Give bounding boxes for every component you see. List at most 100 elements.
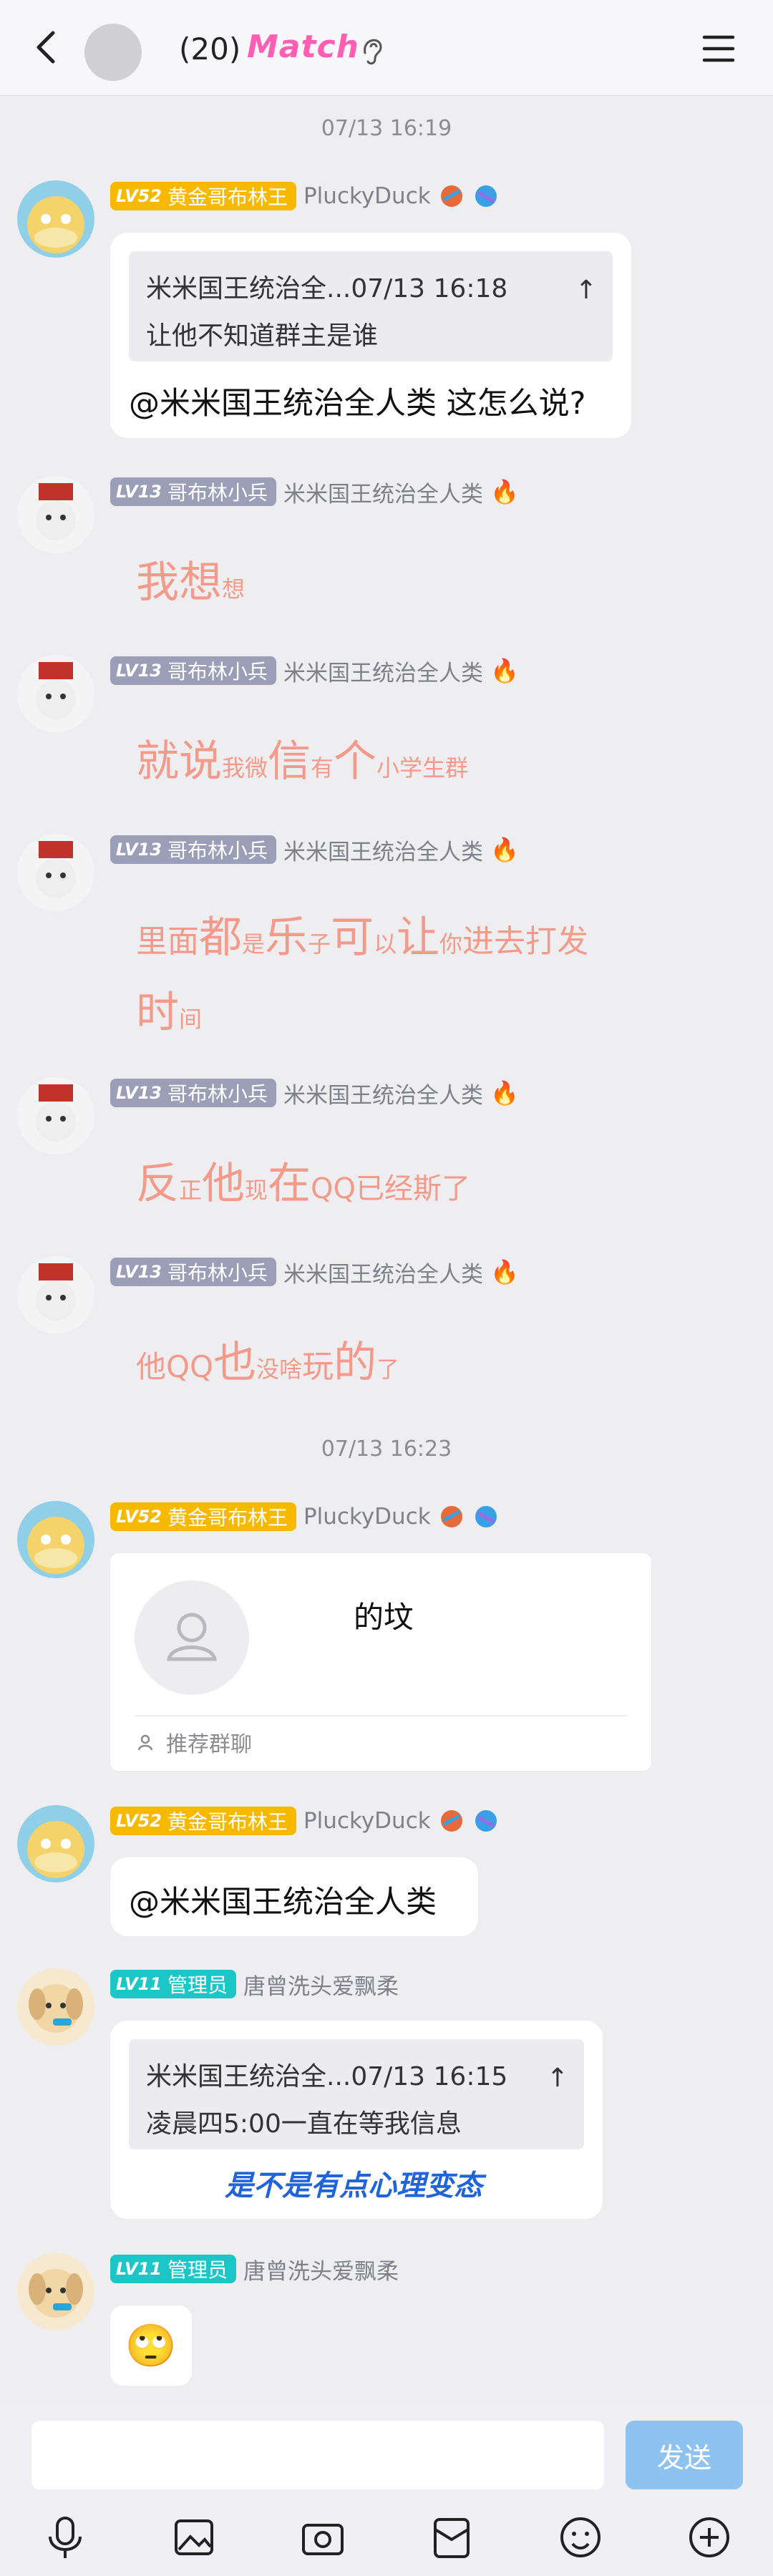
- level-badge: LV13 哥布林小兵: [110, 1258, 276, 1286]
- message: LV13 哥布林小兵 米米国王统治全人类 🔥 就说我微信有个小学生群: [0, 655, 773, 812]
- reply-quote[interactable]: 米米国王统治全...07/13 16:15 凌晨四5:00一直在等我信息 ↑: [129, 2039, 584, 2149]
- hamburger-menu-icon[interactable]: [699, 29, 739, 69]
- microphone-icon[interactable]: [40, 2512, 90, 2562]
- sender-meta: LV11 管理员 唐曾洗头爱飘柔: [110, 1968, 399, 2000]
- sender-name[interactable]: PluckyDuck: [303, 1808, 431, 1834]
- image-icon[interactable]: [169, 2512, 219, 2562]
- message-bubble[interactable]: @米米国王统治全人类: [110, 1857, 478, 1936]
- avatar[interactable]: [17, 1077, 94, 1155]
- emoji-icon: 🙄: [125, 2320, 178, 2370]
- camera-icon[interactable]: [298, 2512, 348, 2562]
- fire-icon: 🔥: [490, 478, 519, 505]
- message-text: @米米国王统治全人类 这怎么说?: [129, 386, 586, 422]
- avatar[interactable]: [17, 180, 94, 258]
- level-badge: LV13 哥布林小兵: [110, 656, 276, 685]
- sender-meta: LV11 管理员 唐曾洗头爱飘柔: [110, 2253, 399, 2285]
- level-badge: LV13 哥布林小兵: [110, 477, 276, 506]
- message-bubble[interactable]: 米米国王统治全...07/13 16:18 让他不知道群主是谁 ↑ @米米国王统…: [110, 233, 631, 438]
- ear-icon[interactable]: [358, 31, 386, 67]
- sender-name[interactable]: 唐曾洗头爱飘柔: [243, 1968, 399, 2001]
- card-footer: 推荐群聊: [136, 1726, 252, 1758]
- sender-meta: LV52 黄金哥布林王 PluckyDuck: [110, 1501, 500, 1532]
- avatar[interactable]: [17, 1256, 94, 1333]
- sender-name[interactable]: 米米国王统治全人类: [283, 1077, 483, 1109]
- message: LV11 管理员 唐曾洗头爱飘柔 米米国王统治全...07/13 16:15 凌晨…: [0, 1968, 773, 2226]
- quote-body: 让他不知道群主是谁: [146, 321, 379, 351]
- sticker-text[interactable]: 反正他现在QQ已经斯了: [136, 1149, 470, 1211]
- send-button[interactable]: 发送: [626, 2421, 743, 2489]
- fire-icon: 🔥: [490, 1258, 519, 1285]
- sender-name[interactable]: PluckyDuck: [303, 183, 431, 209]
- dragon-badge-icon: [440, 185, 462, 207]
- fire-icon: 🔥: [490, 657, 519, 684]
- member-count: (20): [179, 31, 241, 67]
- dragon-badge-icon: [440, 1506, 462, 1527]
- red-packet-icon[interactable]: [427, 2512, 477, 2562]
- jump-to-quote-icon[interactable]: ↑: [547, 2055, 568, 2102]
- timestamp: 07/13 16:23: [321, 1437, 452, 1462]
- message-text: 是不是有点心理变态: [225, 2169, 482, 2202]
- quote-body: 凌晨四5:00一直在等我信息: [146, 2109, 462, 2139]
- plus-icon[interactable]: [684, 2512, 734, 2562]
- match-badge[interactable]: Match: [247, 29, 359, 65]
- chat-header: (20) Match: [0, 0, 773, 96]
- avatar[interactable]: [17, 1968, 94, 2046]
- sender-name[interactable]: PluckyDuck: [303, 1504, 431, 1530]
- avatar[interactable]: [17, 2253, 94, 2330]
- sender-meta: LV13 哥布林小兵 米米国王统治全人类 🔥: [110, 834, 519, 865]
- timestamp: 07/13 16:19: [321, 116, 452, 141]
- emoji-icon[interactable]: [555, 2512, 606, 2562]
- sender-meta: LV52 黄金哥布林王 PluckyDuck: [110, 180, 500, 212]
- fire-icon: 🔥: [490, 1079, 519, 1107]
- sticker-text[interactable]: 就说我微信有个小学生群: [136, 726, 468, 789]
- avatar[interactable]: [17, 1501, 94, 1578]
- quote-header: 米米国王统治全...07/13 16:15: [146, 2062, 508, 2091]
- avatar[interactable]: [17, 476, 94, 553]
- sender-meta: LV13 哥布林小兵 米米国王统治全人类 🔥: [110, 655, 519, 686]
- chevron-left-icon[interactable]: [26, 26, 69, 69]
- dragon-badge-icon: [475, 185, 497, 207]
- message: LV13 哥布林小兵 米米国王统治全人类 🔥 我想想: [0, 476, 773, 633]
- sender-name[interactable]: 米米国王统治全人类: [283, 476, 483, 508]
- sticker-text[interactable]: 我想想: [136, 548, 245, 610]
- sender-name[interactable]: 米米国王统治全人类: [283, 655, 483, 687]
- person-icon: [137, 1734, 153, 1751]
- level-badge: LV11 管理员: [110, 2255, 236, 2283]
- group-avatar: [135, 1580, 249, 1695]
- toolbar: [0, 2505, 773, 2570]
- message: LV52 黄金哥布林王 PluckyDuck 的坟 推荐群聊: [0, 1501, 773, 1773]
- sender-meta: LV13 哥布林小兵 米米国王统治全人类 🔥: [110, 476, 519, 507]
- reply-quote[interactable]: 米米国王统治全...07/13 16:18 让他不知道群主是谁 ↑: [129, 251, 613, 361]
- message-text: @米米国王统治全人类: [129, 1885, 437, 1920]
- message: LV13 哥布林小兵 米米国王统治全人类 🔥 反正他现在QQ已经斯了: [0, 1077, 773, 1235]
- message-bubble[interactable]: 米米国王统治全...07/13 16:15 凌晨四5:00一直在等我信息 ↑ 是…: [110, 2021, 603, 2219]
- sender-name[interactable]: 米米国王统治全人类: [283, 1256, 483, 1288]
- input-area: 发送: [0, 2405, 773, 2576]
- sticker-text[interactable]: 里面都是乐子可以让你进去打发时间: [136, 905, 608, 1056]
- sticker-text[interactable]: 他QQ也没啥玩的了: [136, 1328, 399, 1390]
- sender-meta: LV13 哥布林小兵 米米国王统治全人类 🔥: [110, 1256, 519, 1288]
- level-badge: LV52 黄金哥布林王: [110, 182, 296, 210]
- group-avatar[interactable]: [84, 24, 142, 81]
- dragon-badge-icon: [475, 1810, 497, 1832]
- emoji-message[interactable]: 🙄: [110, 2305, 192, 2386]
- avatar[interactable]: [17, 655, 94, 732]
- sender-meta: LV52 黄金哥布林王 PluckyDuck: [110, 1805, 500, 1837]
- sender-name[interactable]: 米米国王统治全人类: [283, 834, 483, 866]
- group-share-card[interactable]: 的坟 推荐群聊: [110, 1553, 651, 1771]
- level-badge: LV13 哥布林小兵: [110, 1079, 276, 1107]
- jump-to-quote-icon[interactable]: ↑: [575, 267, 597, 314]
- dragon-badge-icon: [475, 1506, 497, 1527]
- level-badge: LV52 黄金哥布林王: [110, 1502, 296, 1531]
- fire-icon: 🔥: [490, 836, 519, 863]
- message-input[interactable]: [31, 2421, 604, 2489]
- message: LV13 哥布林小兵 米米国王统治全人类 🔥 里面都是乐子可以让你进去打发时间: [0, 834, 773, 1070]
- sender-name[interactable]: 唐曾洗头爱飘柔: [243, 2253, 399, 2285]
- divider: [135, 1715, 627, 1716]
- group-name: 的坟: [354, 1600, 414, 1635]
- level-badge: LV52 黄金哥布林王: [110, 1807, 296, 1835]
- level-badge: LV13 哥布林小兵: [110, 835, 276, 864]
- avatar[interactable]: [17, 1805, 94, 1882]
- avatar[interactable]: [17, 834, 94, 911]
- message: LV52 黄金哥布林王 PluckyDuck @米米国王统治全人类: [0, 1805, 773, 1948]
